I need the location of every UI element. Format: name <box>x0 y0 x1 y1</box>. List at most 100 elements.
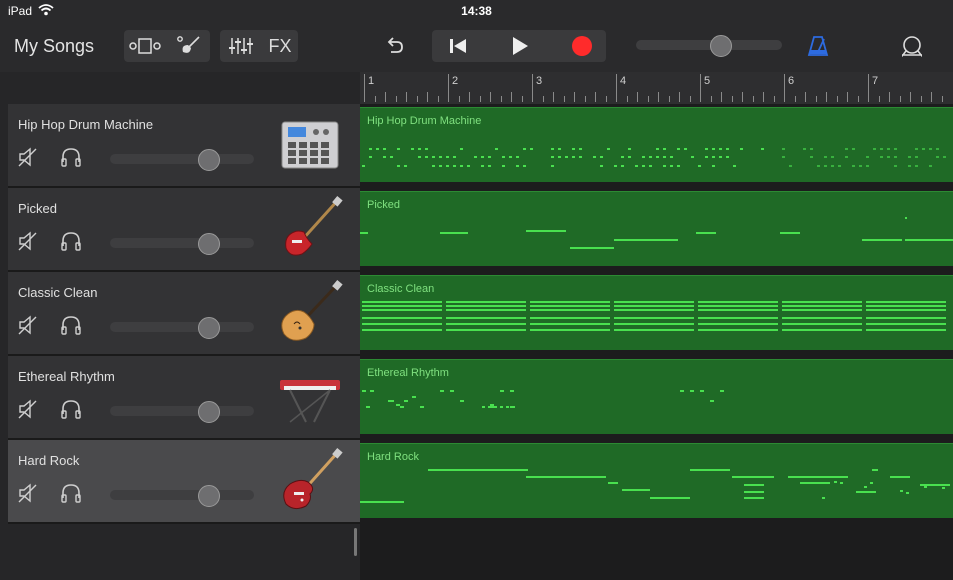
bar-line <box>448 74 449 102</box>
beat-tick <box>910 92 911 102</box>
midi-notes <box>360 217 953 249</box>
beat-tick <box>374 96 376 102</box>
track-header[interactable]: Ethereal Rhythm <box>8 356 360 440</box>
headphones-icon[interactable] <box>60 482 82 504</box>
loop-browser-button[interactable] <box>894 30 930 62</box>
bar-number: 4 <box>620 75 627 87</box>
fx-button[interactable]: FX <box>262 30 298 62</box>
beat-tick <box>542 96 544 102</box>
bar-line <box>364 74 365 102</box>
beat-tick <box>752 96 754 102</box>
track-header[interactable]: Hard Rock <box>8 440 360 524</box>
beat-tick <box>763 92 764 102</box>
bar-number: 3 <box>536 75 543 87</box>
timeline-ruler[interactable]: 1 2 3 4 5 6 7 <box>360 72 953 105</box>
bar-number: 2 <box>452 75 459 87</box>
track-volume-thumb[interactable] <box>197 485 220 507</box>
midi-region[interactable]: Classic Clean <box>360 275 953 350</box>
track-header[interactable]: Classic Clean <box>8 272 360 356</box>
beat-tick <box>931 92 932 102</box>
go-to-beginning-button[interactable] <box>436 30 480 62</box>
beat-tick <box>574 92 575 102</box>
beat-tick <box>584 96 586 102</box>
beat-tick <box>878 96 880 102</box>
midi-region[interactable]: Ethereal Rhythm <box>360 359 953 434</box>
track-header[interactable]: Picked <box>8 188 360 272</box>
tracks-view-icon <box>129 38 161 54</box>
track-volume-slider[interactable] <box>110 233 254 255</box>
scroll-indicator[interactable] <box>354 528 357 556</box>
bar-line <box>616 74 617 102</box>
mute-icon[interactable] <box>18 315 38 335</box>
headphones-icon[interactable] <box>60 314 82 336</box>
beat-tick <box>521 96 523 102</box>
beat-tick <box>679 92 680 102</box>
midi-region[interactable]: Hip Hop Drum Machine <box>360 107 953 182</box>
track-lane: Picked <box>360 188 953 272</box>
record-button[interactable] <box>560 30 604 62</box>
mute-icon[interactable] <box>18 147 38 167</box>
track-headers: Hip Hop Drum Machine Picked Classic Clea… <box>0 104 360 580</box>
beat-tick <box>847 92 848 102</box>
track-volume-thumb[interactable] <box>197 401 220 423</box>
track-volume-thumb[interactable] <box>197 317 220 339</box>
drum-machine-icon[interactable] <box>276 112 344 178</box>
beat-tick <box>889 92 890 102</box>
loop-icon <box>902 36 922 57</box>
beat-tick <box>899 96 901 102</box>
beat-tick <box>479 96 481 102</box>
beat-tick <box>658 92 659 102</box>
track-name: Picked <box>18 201 58 216</box>
beat-tick <box>500 96 502 102</box>
bar-line <box>868 74 869 102</box>
skip-back-icon <box>450 39 466 53</box>
clock: 14:38 <box>461 4 492 18</box>
bass-guitar-icon[interactable] <box>276 196 344 262</box>
master-volume-thumb[interactable] <box>710 35 732 57</box>
beat-tick <box>553 92 554 102</box>
beat-tick <box>857 96 859 102</box>
electric-guitar-icon[interactable] <box>276 448 344 514</box>
beat-tick <box>742 92 743 102</box>
mute-icon[interactable] <box>18 483 38 503</box>
play-icon <box>513 37 528 55</box>
tracks-area: Hip Hop Drum Machine Picked Classic Clea… <box>360 104 953 580</box>
track-volume-thumb[interactable] <box>197 233 220 255</box>
track-header[interactable]: Hip Hop Drum Machine <box>8 104 360 188</box>
beat-tick <box>469 92 470 102</box>
mute-icon[interactable] <box>18 399 38 419</box>
track-volume-slider[interactable] <box>110 401 254 423</box>
track-name: Classic Clean <box>18 285 98 300</box>
beat-tick <box>773 96 775 102</box>
track-lane: Hip Hop Drum Machine <box>360 104 953 188</box>
bar-line <box>700 74 701 102</box>
master-volume-slider[interactable] <box>636 35 782 57</box>
instrument-button[interactable] <box>168 30 210 62</box>
beat-tick <box>563 96 565 102</box>
track-volume-slider[interactable] <box>110 149 254 171</box>
track-volume-slider[interactable] <box>110 485 254 507</box>
beat-tick <box>710 96 712 102</box>
mute-icon[interactable] <box>18 231 38 251</box>
headphones-icon[interactable] <box>60 398 82 420</box>
metronome-button[interactable] <box>800 30 836 62</box>
undo-button[interactable] <box>378 30 412 62</box>
track-volume-thumb[interactable] <box>197 149 220 171</box>
keyboard-icon[interactable] <box>276 364 344 430</box>
tracks-view-button[interactable] <box>124 30 166 62</box>
midi-region[interactable]: Picked <box>360 191 953 266</box>
track-volume-slider[interactable] <box>110 317 254 339</box>
midi-notes <box>362 390 724 408</box>
midi-region[interactable]: Hard Rock <box>360 443 953 518</box>
beat-tick <box>406 92 407 102</box>
headphones-icon[interactable] <box>60 146 82 168</box>
beat-tick <box>668 96 670 102</box>
headphones-icon[interactable] <box>60 230 82 252</box>
hollow-body-guitar-icon[interactable] <box>276 280 344 346</box>
my-songs-button[interactable]: My Songs <box>14 36 94 57</box>
mixer-button[interactable] <box>222 30 260 62</box>
play-button[interactable] <box>498 30 542 62</box>
track-lane: Classic Clean <box>360 272 953 356</box>
bar-number: 6 <box>788 75 795 87</box>
beat-tick <box>427 92 428 102</box>
